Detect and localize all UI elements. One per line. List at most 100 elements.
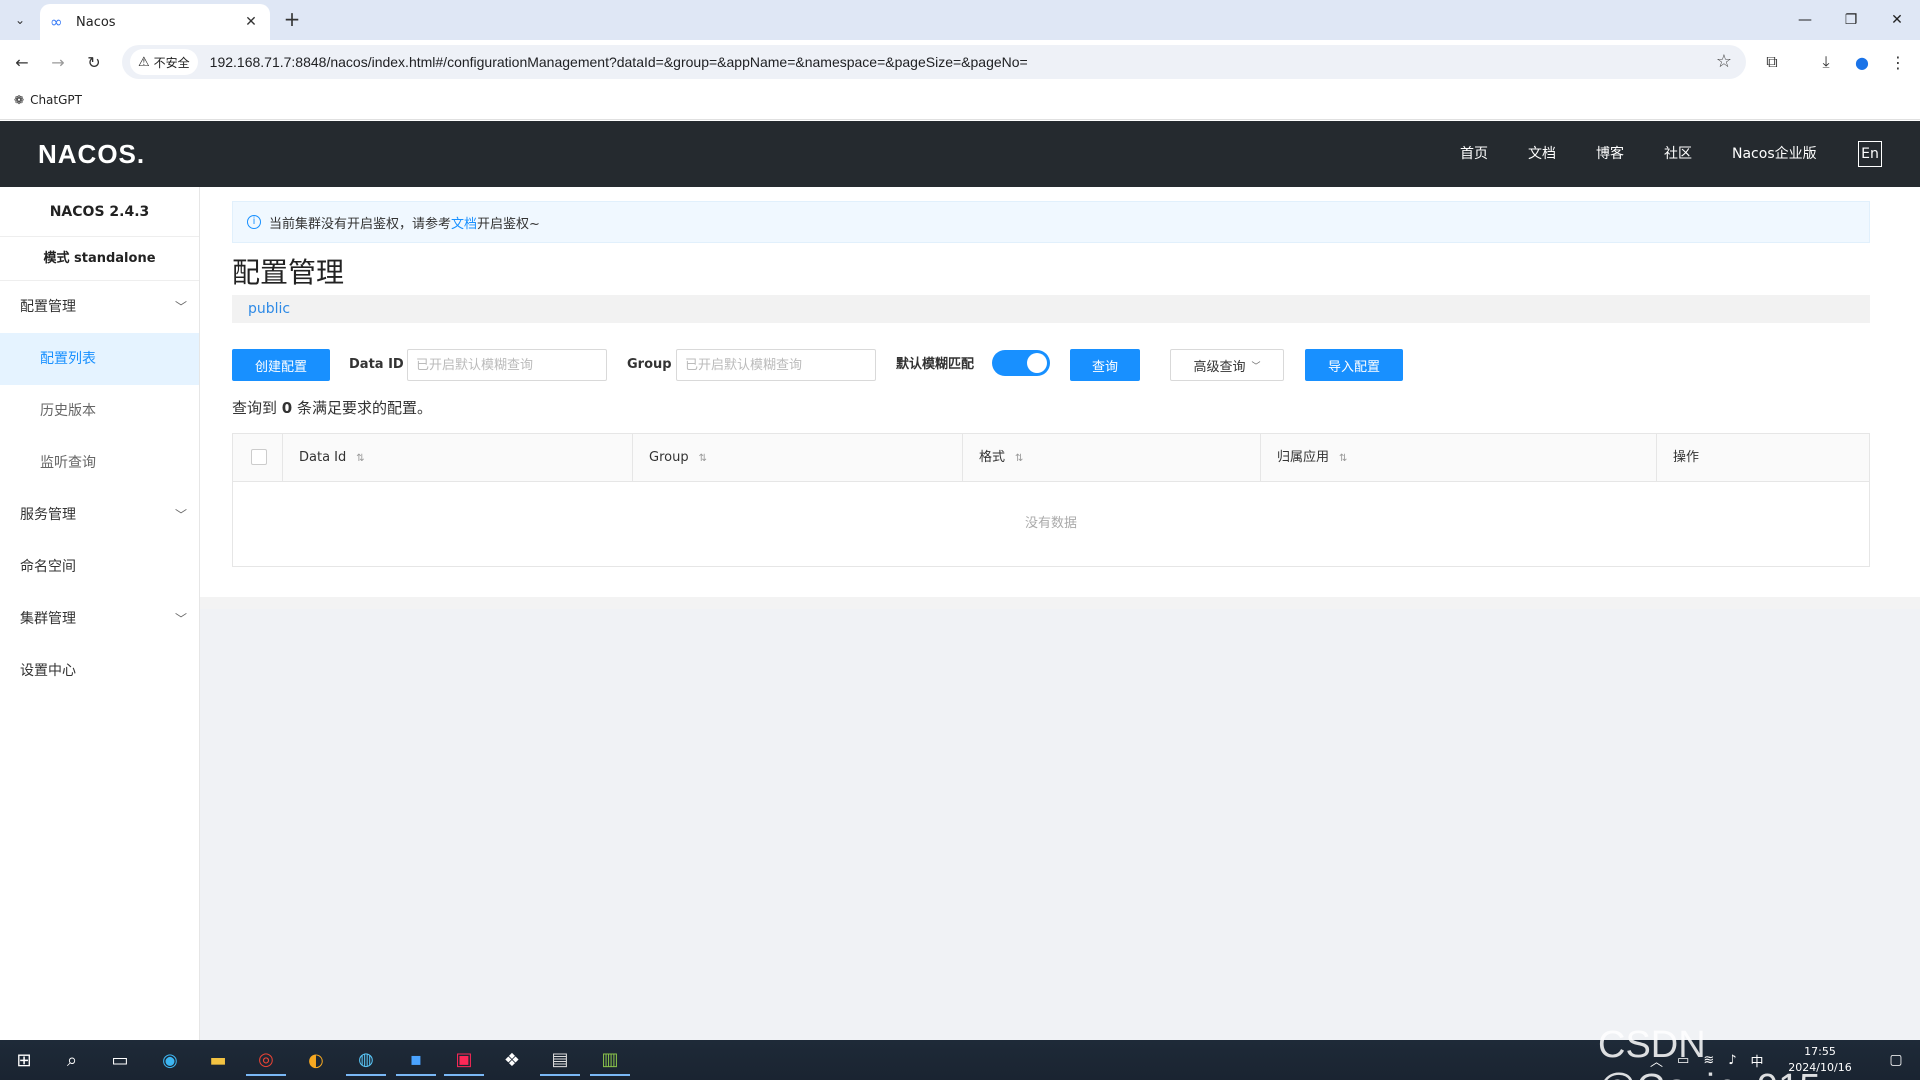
chevron-down-icon: ﹀ xyxy=(174,612,187,626)
vertical-scrollbar[interactable] xyxy=(1912,187,1920,597)
nacos-logo[interactable]: NACOS. xyxy=(38,139,145,170)
sidebar-item-label: 服务管理 xyxy=(20,507,76,523)
namespace-public[interactable]: public xyxy=(248,301,290,317)
terminal-app-icon[interactable]: ▪ xyxy=(396,1044,436,1076)
editor-icon[interactable]: ▥ xyxy=(590,1044,630,1076)
nav-docs[interactable]: 文档 xyxy=(1528,121,1556,187)
security-chip[interactable]: ⚠ 不安全 xyxy=(130,49,198,75)
query-button[interactable]: 查询 xyxy=(1070,349,1140,381)
notice-text: 当前集群没有开启鉴权，请参考 xyxy=(269,216,452,232)
column-format[interactable]: 格式 ⇅ xyxy=(963,434,1261,482)
nacos-favicon-icon: ∞ xyxy=(50,13,63,31)
column-app[interactable]: 归属应用 ⇅ xyxy=(1261,434,1657,482)
browser-tabbar: ⌄ ∞ Nacos ✕ + — ❐ ✕ xyxy=(0,0,1920,40)
bookmark-star-icon[interactable]: ☆ xyxy=(1716,51,1732,72)
sidebar: NACOS 2.4.3 模式 standalone 配置管理 ﹀ 配置列表 历史… xyxy=(0,187,200,1040)
restore-icon[interactable]: ❐ xyxy=(1828,0,1874,40)
csdn-watermark: CSDN @Gavin_915 xyxy=(1598,1024,1820,1080)
sort-icon[interactable]: ⇅ xyxy=(699,453,707,464)
chatgpt-icon: ❁ xyxy=(14,93,25,107)
select-all-checkbox[interactable] xyxy=(251,449,267,465)
sidebar-item-listen[interactable]: 监听查询 xyxy=(0,437,199,489)
tab-close-icon[interactable]: ✕ xyxy=(242,13,260,31)
sidebar-item-history[interactable]: 历史版本 xyxy=(0,385,199,437)
address-bar[interactable]: ⚠ 不安全 192.168.71.7:8848/nacos/index.html… xyxy=(122,45,1746,79)
result-summary: 查询到 0 条满足要求的配置。 xyxy=(232,397,432,418)
sidebar-item-config[interactable]: 配置管理 ﹀ xyxy=(0,281,199,333)
menu-dots-icon[interactable]: ⋮ xyxy=(1886,50,1910,74)
app-header: NACOS. 首页 文档 博客 社区 Nacos企业版 En xyxy=(0,121,1920,187)
mode-label: 模式 standalone xyxy=(0,237,199,281)
column-label: Group xyxy=(649,450,689,465)
browser-toolbar: ← → ↻ ⚠ 不安全 192.168.71.7:8848/nacos/inde… xyxy=(0,40,1920,84)
horizontal-scrollbar[interactable] xyxy=(200,597,1920,609)
close-window-icon[interactable]: ✕ xyxy=(1874,0,1920,40)
sort-icon[interactable]: ⇅ xyxy=(356,453,364,464)
notice-docs-link[interactable]: 文档 xyxy=(451,213,477,232)
dataid-label: Data ID xyxy=(349,357,404,372)
namespace-bar: public xyxy=(232,295,1870,323)
file-explorer-icon[interactable]: ▬ xyxy=(198,1044,238,1076)
browser-tab[interactable]: ∞ Nacos ✕ xyxy=(40,4,270,40)
auth-notice: i 当前集群没有开启鉴权，请参考 文档 开启鉴权~ xyxy=(232,201,1870,243)
app-icon-3[interactable]: ❖ xyxy=(492,1044,532,1076)
cmd-icon[interactable]: ▤ xyxy=(540,1044,580,1076)
reload-icon[interactable]: ↻ xyxy=(82,50,106,74)
advanced-query-button[interactable]: 高级查询 ﹀ xyxy=(1170,349,1284,381)
tab-title: Nacos xyxy=(76,14,116,30)
sidebar-item-config-list[interactable]: 配置列表 xyxy=(0,333,199,385)
column-label: 归属应用 xyxy=(1277,450,1330,465)
sidebar-item-settings[interactable]: 设置中心 xyxy=(0,645,199,697)
download-icon[interactable]: ⤓ xyxy=(1814,50,1838,74)
intellij-icon[interactable]: ▣ xyxy=(444,1044,484,1076)
app-icon-2[interactable]: ◍ xyxy=(346,1044,386,1076)
task-view-icon[interactable]: ▭ xyxy=(100,1044,140,1076)
security-label: 不安全 xyxy=(153,55,190,70)
column-dataid[interactable]: Data Id ⇅ xyxy=(283,434,633,482)
sidebar-item-service[interactable]: 服务管理 ﹀ xyxy=(0,489,199,541)
bookmark-chatgpt[interactable]: ❁ ChatGPT xyxy=(14,93,82,107)
column-label: 格式 xyxy=(979,450,1006,465)
dataid-input[interactable] xyxy=(407,349,607,381)
chevron-down-icon: ﹀ xyxy=(174,508,187,522)
profile-icon[interactable]: ● xyxy=(1850,50,1874,74)
back-icon[interactable]: ← xyxy=(10,50,34,74)
url-text[interactable]: 192.168.71.7:8848/nacos/index.html#/conf… xyxy=(210,54,1028,70)
group-label: Group xyxy=(627,357,672,372)
tab-search-icon[interactable]: ⌄ xyxy=(8,8,32,32)
new-tab-icon[interactable]: + xyxy=(280,8,304,32)
edge-icon[interactable]: ◉ xyxy=(150,1044,190,1076)
forward-icon[interactable]: → xyxy=(46,50,70,74)
chevron-down-icon: ﹀ xyxy=(174,300,187,314)
fuzzy-match-switch[interactable] xyxy=(992,350,1050,376)
version-label: NACOS 2.4.3 xyxy=(0,187,199,237)
nav-enterprise[interactable]: Nacos企业版 xyxy=(1732,121,1817,187)
import-config-button[interactable]: 导入配置 xyxy=(1305,349,1403,381)
search-icon[interactable]: ⌕ xyxy=(52,1044,92,1076)
config-table: Data Id ⇅ Group ⇅ 格式 ⇅ 归属应用 ⇅ 操作 没有数据 xyxy=(232,433,1870,567)
language-toggle[interactable]: En xyxy=(1858,141,1882,167)
windows-start-icon[interactable]: ⊞ xyxy=(4,1044,44,1076)
result-suffix: 条满足要求的配置。 xyxy=(297,399,433,417)
nav-blog[interactable]: 博客 xyxy=(1596,121,1624,187)
sort-icon[interactable]: ⇅ xyxy=(1339,453,1347,464)
switch-knob xyxy=(1027,353,1047,373)
extensions-icon[interactable]: ⧉ xyxy=(1760,50,1784,74)
minimize-icon[interactable]: — xyxy=(1782,0,1828,40)
nav-community[interactable]: 社区 xyxy=(1664,121,1692,187)
column-group[interactable]: Group ⇅ xyxy=(633,434,963,482)
bookmark-label: ChatGPT xyxy=(30,93,82,107)
sidebar-item-cluster[interactable]: 集群管理 ﹀ xyxy=(0,593,199,645)
create-config-button[interactable]: 创建配置 xyxy=(232,349,330,381)
info-icon: i xyxy=(247,215,261,229)
result-count: 0 xyxy=(281,399,293,417)
table-header: Data Id ⇅ Group ⇅ 格式 ⇅ 归属应用 ⇅ 操作 xyxy=(233,434,1869,482)
nav-home[interactable]: 首页 xyxy=(1460,121,1488,187)
sidebar-item-namespace[interactable]: 命名空间 xyxy=(0,541,199,593)
chrome-icon[interactable]: ◎ xyxy=(246,1044,286,1076)
sort-icon[interactable]: ⇅ xyxy=(1015,453,1023,464)
sidebar-item-label: 集群管理 xyxy=(20,611,76,627)
main-content: i 当前集群没有开启鉴权，请参考 文档 开启鉴权~ 配置管理 public 创建配置… xyxy=(200,187,1920,1040)
app-icon[interactable]: ◐ xyxy=(296,1044,336,1076)
group-input[interactable] xyxy=(676,349,876,381)
